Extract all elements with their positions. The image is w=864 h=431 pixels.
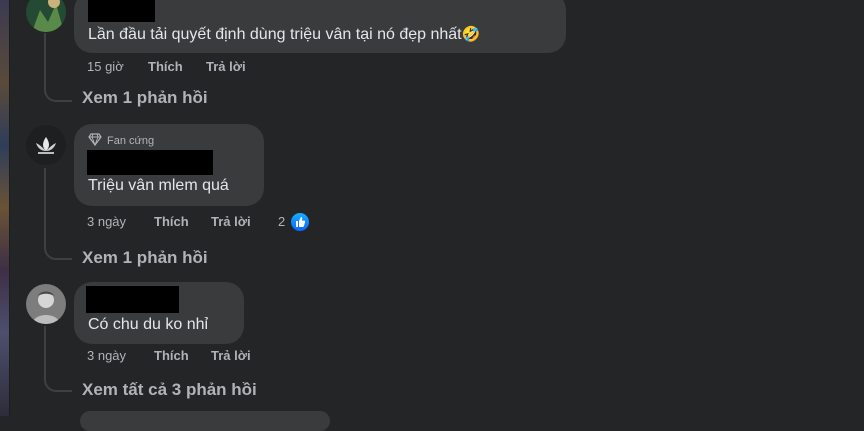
comment-time[interactable]: 3 ngày bbox=[87, 348, 126, 364]
comment-text: Triệu vân mlem quá bbox=[88, 177, 229, 194]
like-button[interactable]: Thích bbox=[148, 59, 183, 75]
top-fan-badge: Fan cứng bbox=[107, 135, 155, 147]
user-avatar-icon bbox=[26, 284, 66, 324]
view-replies-link[interactable]: Xem 1 phản hồi bbox=[82, 88, 208, 108]
reply-button[interactable]: Trả lời bbox=[211, 214, 251, 230]
thread-connector bbox=[44, 244, 72, 260]
comment-time[interactable]: 3 ngày bbox=[87, 214, 126, 230]
background-image-strip bbox=[0, 0, 9, 416]
divider bbox=[9, 0, 10, 416]
thread-line bbox=[44, 168, 46, 246]
redacted-username bbox=[88, 0, 155, 22]
comment-text-body: Lần đầu tải quyết định dùng triệu vân tạ… bbox=[88, 26, 462, 43]
comment-time[interactable]: 15 giờ bbox=[87, 59, 124, 75]
view-replies-link[interactable]: Xem tất cả 3 phản hồi bbox=[82, 380, 257, 400]
laughing-emoji-icon: 🤣 bbox=[461, 26, 481, 43]
like-button[interactable]: Thích bbox=[154, 348, 189, 364]
avatar-image-icon bbox=[26, 0, 66, 32]
reply-button[interactable]: Trả lời bbox=[211, 348, 251, 364]
diamond-icon bbox=[88, 133, 102, 147]
view-replies-link[interactable]: Xem 1 phản hồi bbox=[82, 248, 208, 268]
thread-line bbox=[44, 326, 46, 378]
avatar[interactable] bbox=[26, 125, 66, 165]
like-button[interactable]: Thích bbox=[154, 214, 189, 230]
redacted-username bbox=[86, 286, 179, 313]
comment-bubble bbox=[80, 411, 330, 431]
thread-line bbox=[44, 33, 46, 87]
comment-text: Có chu du ko nhỉ bbox=[88, 316, 209, 333]
comment-text: Lần đầu tải quyết định dùng triệu vân tạ… bbox=[88, 25, 480, 45]
thread-connector bbox=[44, 376, 72, 392]
like-icon[interactable] bbox=[289, 211, 311, 233]
thread-connector bbox=[44, 86, 72, 102]
avatar[interactable] bbox=[26, 0, 66, 32]
lotus-avatar-icon bbox=[26, 125, 66, 165]
avatar[interactable] bbox=[26, 284, 66, 324]
reply-button[interactable]: Trả lời bbox=[206, 59, 246, 75]
reaction-count[interactable]: 2 bbox=[278, 214, 285, 229]
redacted-username bbox=[87, 150, 213, 175]
